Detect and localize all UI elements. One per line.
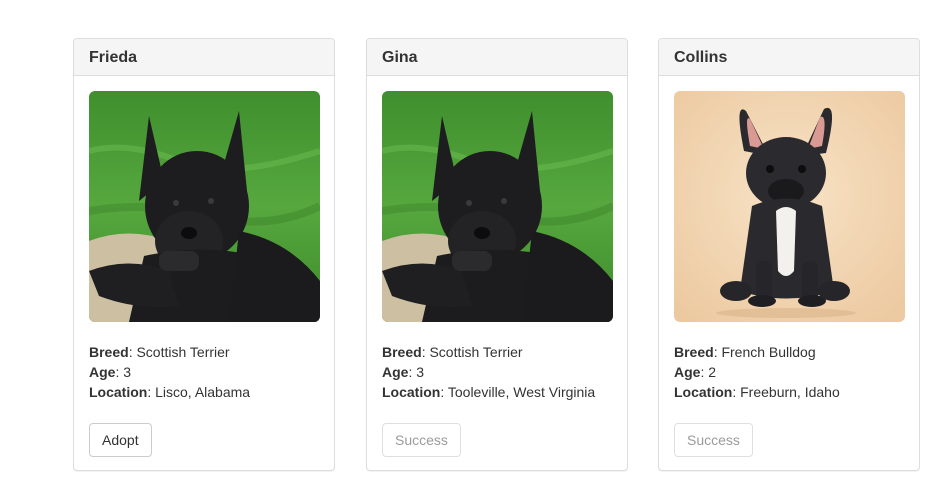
location-row: Location: Lisco, Alabama [89,384,251,400]
breed-label: Breed [89,344,129,360]
pet-details: Breed: French Bulldog Age: 2 Location: F… [674,342,904,402]
location-label: Location [674,384,733,400]
location-row: Location: Freeburn, Idaho [674,384,840,400]
pet-grid: Frieda Breed: Scottish Terrier Age: 3 Lo… [0,0,947,491]
breed-label: Breed [674,344,714,360]
breed-value: Scottish Terrier [429,344,523,360]
pet-details: Breed: Scottish Terrier Age: 3 Location:… [382,342,612,402]
breed-row: Breed: Scottish Terrier [89,344,230,360]
location-value: Lisco, Alabama [155,384,251,400]
location-label: Location [382,384,441,400]
location-value: Freeburn, Idaho [740,384,840,400]
breed-value: French Bulldog [721,344,816,360]
scottish-terrier-photo [89,91,320,322]
age-value: 3 [416,364,425,380]
location-row: Location: Tooleville, West Virginia [382,384,596,400]
pet-card: Collins Breed: French Bulldog Age: 2 Loc… [658,38,920,471]
age-row: Age: 3 [89,364,132,380]
success-button[interactable]: Success [674,423,753,457]
age-row: Age: 3 [382,364,425,380]
adopt-button[interactable]: Adopt [89,423,152,457]
age-label: Age [674,364,701,380]
age-row: Age: 2 [674,364,717,380]
success-button[interactable]: Success [382,423,461,457]
pet-name: Frieda [74,39,334,76]
age-value: 2 [708,364,717,380]
pet-details: Breed: Scottish Terrier Age: 3 Location:… [89,342,319,402]
breed-row: Breed: French Bulldog [674,344,816,360]
age-value: 3 [123,364,132,380]
french-bulldog-photo [674,91,905,322]
scottish-terrier-photo [382,91,613,322]
pet-name: Gina [367,39,627,76]
pet-card: Frieda Breed: Scottish Terrier Age: 3 Lo… [73,38,335,471]
breed-row: Breed: Scottish Terrier [382,344,523,360]
pet-name: Collins [659,39,919,76]
pet-card: Gina Breed: Scottish Terrier Age: 3 Loca… [366,38,628,471]
location-value: Tooleville, West Virginia [447,384,596,400]
breed-label: Breed [382,344,422,360]
age-label: Age [382,364,409,380]
breed-value: Scottish Terrier [136,344,230,360]
age-label: Age [89,364,116,380]
location-label: Location [89,384,148,400]
